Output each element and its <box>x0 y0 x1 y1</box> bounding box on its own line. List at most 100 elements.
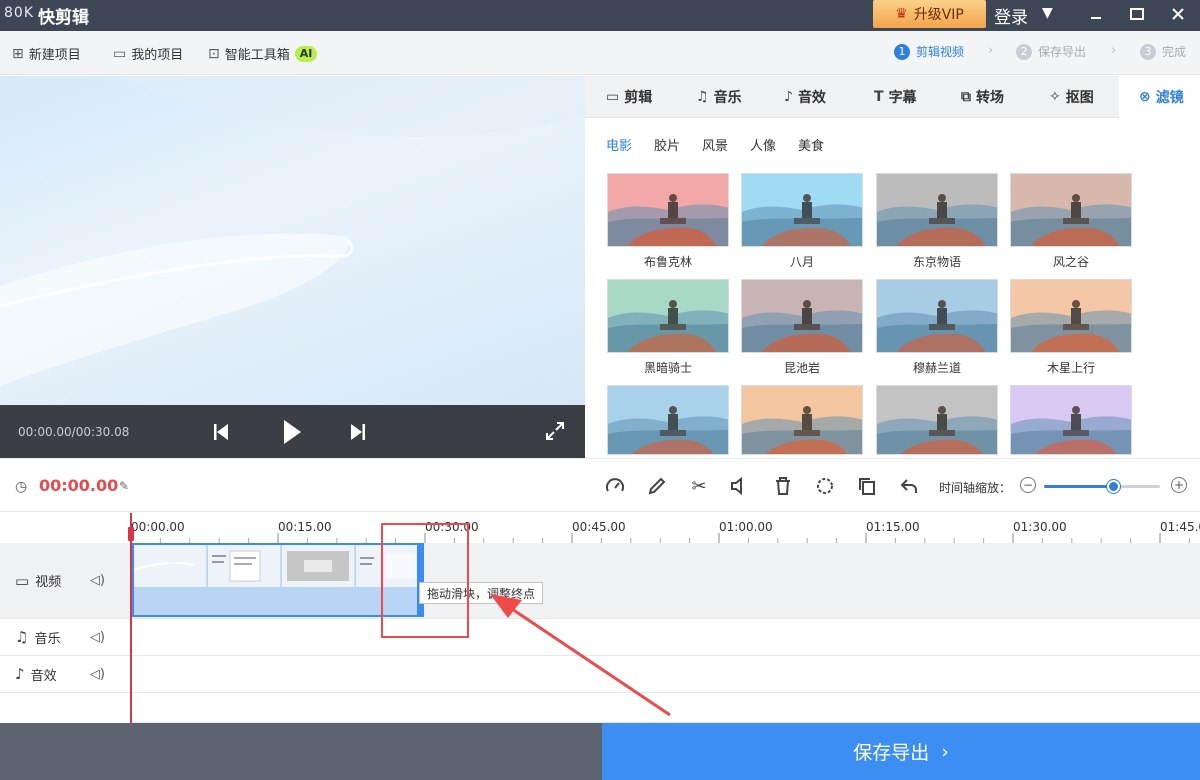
chevron-right-icon: › <box>988 43 994 58</box>
sound-effect-icon: ♪ <box>784 89 793 105</box>
filter-preview-image <box>742 280 862 352</box>
filter-preview-image <box>608 386 728 454</box>
filter-category-landscape[interactable]: 风景 <box>702 135 728 154</box>
ruler-tick-label: 01:00.00 <box>719 520 773 534</box>
sound-effect-icon: ♪ <box>15 665 25 683</box>
filter-thumbnail[interactable] <box>876 279 998 353</box>
crop-icon[interactable] <box>814 475 836 497</box>
track-volume-icon[interactable]: ◁) <box>90 667 105 682</box>
maximize-icon[interactable] <box>1124 2 1150 26</box>
filter-category-portrait[interactable]: 人像 <box>750 135 776 154</box>
step-edit-video[interactable]: 1 剪辑视频 <box>894 43 964 60</box>
time-ruler[interactable]: 00:00.00 00:15.00 00:30.00 00:45.00 01:00.00… <box>0 513 1200 543</box>
dropdown-caret-icon[interactable]: ▼ <box>1042 5 1053 21</box>
filter-thumbnail[interactable] <box>876 385 998 455</box>
filter-preview-image <box>742 174 862 246</box>
ruler-tick-label: 01:15.00 <box>866 520 920 534</box>
filter-thumbnail[interactable] <box>607 385 729 455</box>
filter-category-food[interactable]: 美食 <box>798 135 824 154</box>
track-music-header: ♫ 音乐 ◁) <box>0 619 131 656</box>
login-button[interactable]: 登录 <box>994 3 1028 28</box>
fullscreen-icon[interactable] <box>545 421 565 445</box>
volume-icon[interactable] <box>728 475 750 497</box>
zoom-slider-knob[interactable] <box>1106 480 1120 493</box>
filter-label: 昆池岩 <box>783 361 820 375</box>
title-bar: 80K 快剪辑 ♛ 升级VIP 登录 ▼ <box>0 0 1200 31</box>
chevron-right-icon: › <box>1111 43 1117 58</box>
filter-preview-image <box>1011 280 1131 352</box>
playhead[interactable] <box>130 513 132 723</box>
tab-label: 字幕 <box>888 90 917 106</box>
play-icon[interactable] <box>282 419 302 449</box>
my-projects-button[interactable]: ▭ 我的项目 <box>113 44 184 64</box>
tab-transition[interactable]: ⧉ 转场 <box>961 76 1004 118</box>
step-save-export[interactable]: 2 保存导出 <box>1016 43 1086 60</box>
tab-label: 音乐 <box>713 90 742 106</box>
step-number: 1 <box>894 43 910 60</box>
zoom-out-icon[interactable]: − <box>1020 477 1036 493</box>
filter-thumbnail[interactable] <box>1010 279 1132 353</box>
close-icon[interactable] <box>1165 2 1191 26</box>
previous-frame-icon[interactable] <box>213 423 229 445</box>
filter-label: 黑暗骑士 <box>643 361 692 375</box>
speed-icon[interactable] <box>604 475 626 497</box>
tab-sound-effect[interactable]: ♪ 音效 <box>784 76 826 118</box>
text-icon: T <box>874 89 884 105</box>
ai-badge: AI <box>294 45 318 62</box>
filter-label: 八月 <box>789 255 814 269</box>
filter-thumbnail[interactable] <box>741 173 863 247</box>
bottom-bar <box>0 723 602 780</box>
edit-time-icon[interactable]: ✎ <box>119 479 129 493</box>
save-export-button[interactable]: 保存导出 › <box>602 723 1200 780</box>
player-controls: 00:00.00/00:30.08 <box>0 405 585 458</box>
playhead-handle[interactable] <box>128 527 134 541</box>
video-icon: ▭ <box>15 571 30 590</box>
tab-label: 转场 <box>976 90 1004 106</box>
tab-music[interactable]: ♫ 音乐 <box>696 76 742 118</box>
track-volume-icon[interactable]: ◁) <box>90 630 105 645</box>
filter-category-movie[interactable]: 电影 <box>606 135 632 154</box>
filter-category-film[interactable]: 胶片 <box>654 135 680 154</box>
track-video-header: ▭ 视频 ◁) <box>0 543 131 619</box>
tab-subtitle[interactable]: T 字幕 <box>874 76 917 118</box>
ruler-tick-label: 00:15.00 <box>278 520 332 534</box>
filter-thumbnail[interactable] <box>607 173 729 247</box>
tab-filter[interactable]: ⊗ 滤镜 <box>1119 76 1200 118</box>
filter-preview-image <box>608 174 728 246</box>
upgrade-vip-button[interactable]: ♛ 升级VIP <box>873 0 986 28</box>
video-preview[interactable] <box>0 76 585 405</box>
minimize-icon[interactable] <box>1083 2 1109 26</box>
tab-edit[interactable]: ▭ 剪辑 <box>606 76 652 118</box>
zoom-label: 时间轴缩放： <box>939 481 1012 495</box>
menu-label: 我的项目 <box>131 48 184 63</box>
filter-thumbnail[interactable] <box>1010 173 1132 247</box>
filter-label: 穆赫兰道 <box>912 361 961 375</box>
step-done[interactable]: 3 完成 <box>1140 43 1186 60</box>
filter-thumbnail[interactable] <box>607 279 729 353</box>
music-icon: ♫ <box>696 89 709 105</box>
ruler-tick-label: 00:00.00 <box>131 520 185 534</box>
filter-thumbnail[interactable] <box>741 279 863 353</box>
filter-thumbnail[interactable] <box>1010 385 1132 455</box>
track-label: 视频 <box>35 575 62 590</box>
filter-preview-image <box>877 280 997 352</box>
filter-preview-image <box>608 280 728 352</box>
delete-icon[interactable] <box>772 475 794 497</box>
filter-label: 布鲁克林 <box>643 255 692 269</box>
pencil-icon[interactable] <box>646 475 668 497</box>
filter-thumbnail[interactable] <box>741 385 863 455</box>
new-project-button[interactable]: ⊞ 新建项目 <box>12 44 81 64</box>
next-frame-icon[interactable] <box>350 423 366 445</box>
scissors-icon[interactable]: ✂ <box>688 475 710 497</box>
tab-cutout[interactable]: ✧ 抠图 <box>1049 76 1094 118</box>
copy-icon[interactable] <box>856 475 878 497</box>
zoom-in-icon[interactable]: + <box>1171 477 1187 493</box>
filter-thumbnail[interactable] <box>876 173 998 247</box>
transition-icon: ⧉ <box>961 89 971 105</box>
track-volume-icon[interactable]: ◁) <box>90 573 105 588</box>
filter-preview-image <box>1011 174 1131 246</box>
undo-icon[interactable] <box>898 475 920 497</box>
app-title: 快剪辑 <box>38 8 89 28</box>
smart-toolbox-button[interactable]: ⊡ 智能工具箱 AI <box>208 44 318 63</box>
filter-preview-image <box>877 386 997 454</box>
